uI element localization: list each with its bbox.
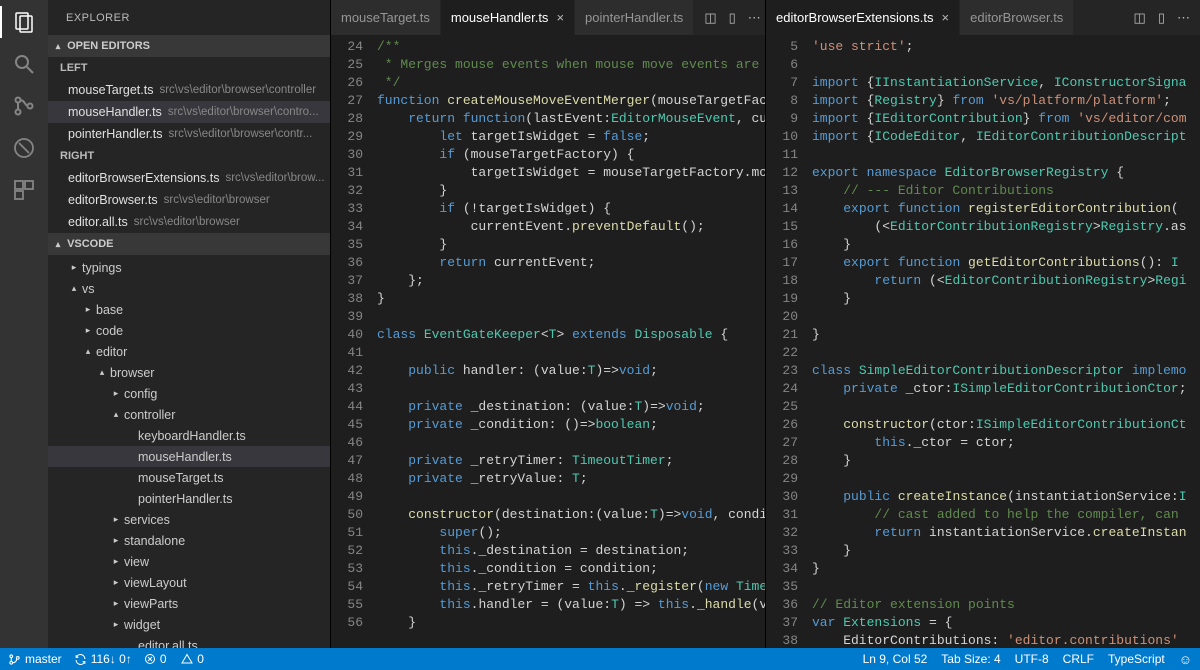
editor-tab[interactable]: editorBrowserExtensions.ts× (766, 0, 960, 35)
sync-status[interactable]: 116↓ 0↑ (74, 652, 132, 666)
editor-tab[interactable]: mouseTarget.ts (331, 0, 441, 35)
editor-tab[interactable]: mouseHandler.ts× (441, 0, 575, 35)
tree-item[interactable]: ▸typings (48, 257, 330, 278)
tree-item[interactable]: ▸standalone (48, 530, 330, 551)
tab-bar: mouseTarget.tsmouseHandler.ts×pointerHan… (331, 0, 765, 35)
extensions-icon[interactable] (10, 176, 38, 204)
split-icon[interactable]: ◫ (1134, 10, 1146, 26)
tree-item[interactable]: ▸config (48, 383, 330, 404)
open-editor-item[interactable]: mouseTarget.tssrc\vs\editor\browser\cont… (48, 79, 330, 101)
explorer-icon[interactable] (10, 8, 38, 36)
tree-item[interactable]: ▸base (48, 299, 330, 320)
feedback-icon[interactable]: ☺ (1179, 652, 1192, 667)
project-header[interactable]: ▴ VSCODE (48, 233, 330, 255)
sidebar-title: EXPLORER (48, 0, 330, 35)
tab-bar: editorBrowserExtensions.ts×editorBrowser… (766, 0, 1200, 35)
more-icon[interactable]: ⋯ (1177, 10, 1190, 26)
tree-item[interactable]: ▸viewParts (48, 593, 330, 614)
open-editor-item[interactable]: editorBrowserExtensions.tssrc\vs\editor\… (48, 167, 330, 189)
open-editors-header[interactable]: ▴ OPEN EDITORS (48, 35, 330, 57)
encoding-status[interactable]: UTF-8 (1015, 652, 1049, 667)
tree-item[interactable]: ▴controller (48, 404, 330, 425)
tree-item[interactable]: editor.all.ts (48, 635, 330, 648)
more-icon[interactable]: ⋯ (748, 10, 761, 26)
file-tree: ▸typings▴vs▸base▸code▴editor▴browser▸con… (48, 255, 330, 648)
tree-item[interactable]: ▴vs (48, 278, 330, 299)
errors-status[interactable]: 0 0 (144, 652, 204, 666)
activity-bar (0, 0, 48, 648)
open-editor-item[interactable]: editor.all.tssrc\vs\editor\browser (48, 211, 330, 233)
close-icon[interactable]: × (942, 10, 950, 25)
cursor-position[interactable]: Ln 9, Col 52 (863, 652, 928, 667)
sidebar: EXPLORER ▴ OPEN EDITORS LEFTmouseTarget.… (48, 0, 330, 648)
tree-item[interactable]: mouseTarget.ts (48, 467, 330, 488)
tree-item[interactable]: keyboardHandler.ts (48, 425, 330, 446)
editor-region: mouseTarget.tsmouseHandler.ts×pointerHan… (330, 0, 1200, 648)
open-editor-item[interactable]: editorBrowser.tssrc\vs\editor\browser (48, 189, 330, 211)
search-icon[interactable] (10, 50, 38, 78)
tree-item[interactable]: ▴browser (48, 362, 330, 383)
eol-status[interactable]: CRLF (1063, 652, 1094, 667)
tree-item[interactable]: ▸services (48, 509, 330, 530)
debug-icon[interactable] (10, 134, 38, 162)
tree-item[interactable]: ▸code (48, 320, 330, 341)
tree-item[interactable]: pointerHandler.ts (48, 488, 330, 509)
source-control-icon[interactable] (10, 92, 38, 120)
editor-tab[interactable]: editorBrowser.ts (960, 0, 1074, 35)
indent-status[interactable]: Tab Size: 4 (941, 652, 1000, 667)
tree-item[interactable]: ▴editor (48, 341, 330, 362)
code-editor[interactable]: 5678910111213141516171819202122232425262… (766, 35, 1200, 648)
split-icon[interactable]: ◫ (704, 10, 716, 26)
open-editor-item[interactable]: mouseHandler.tssrc\vs\editor\browser\con… (48, 101, 330, 123)
layout-icon[interactable]: ▯ (729, 10, 736, 26)
editor-tab[interactable]: pointerHandler.ts (575, 0, 694, 35)
close-icon[interactable]: × (556, 10, 564, 25)
tree-item[interactable]: mouseHandler.ts (48, 446, 330, 467)
open-editors-group: LEFT (48, 57, 330, 79)
tree-item[interactable]: ▸widget (48, 614, 330, 635)
status-bar: master 116↓ 0↑ 0 0 Ln 9, Col 52 Tab Size… (0, 648, 1200, 670)
language-status[interactable]: TypeScript (1108, 652, 1165, 667)
code-editor[interactable]: 2425262728293031323334353637383940414243… (331, 35, 765, 648)
open-editor-item[interactable]: pointerHandler.tssrc\vs\editor\browser\c… (48, 123, 330, 145)
tree-item[interactable]: ▸view (48, 551, 330, 572)
layout-icon[interactable]: ▯ (1158, 10, 1165, 26)
branch-status[interactable]: master (8, 652, 62, 666)
open-editors-group: RIGHT (48, 145, 330, 167)
tree-item[interactable]: ▸viewLayout (48, 572, 330, 593)
